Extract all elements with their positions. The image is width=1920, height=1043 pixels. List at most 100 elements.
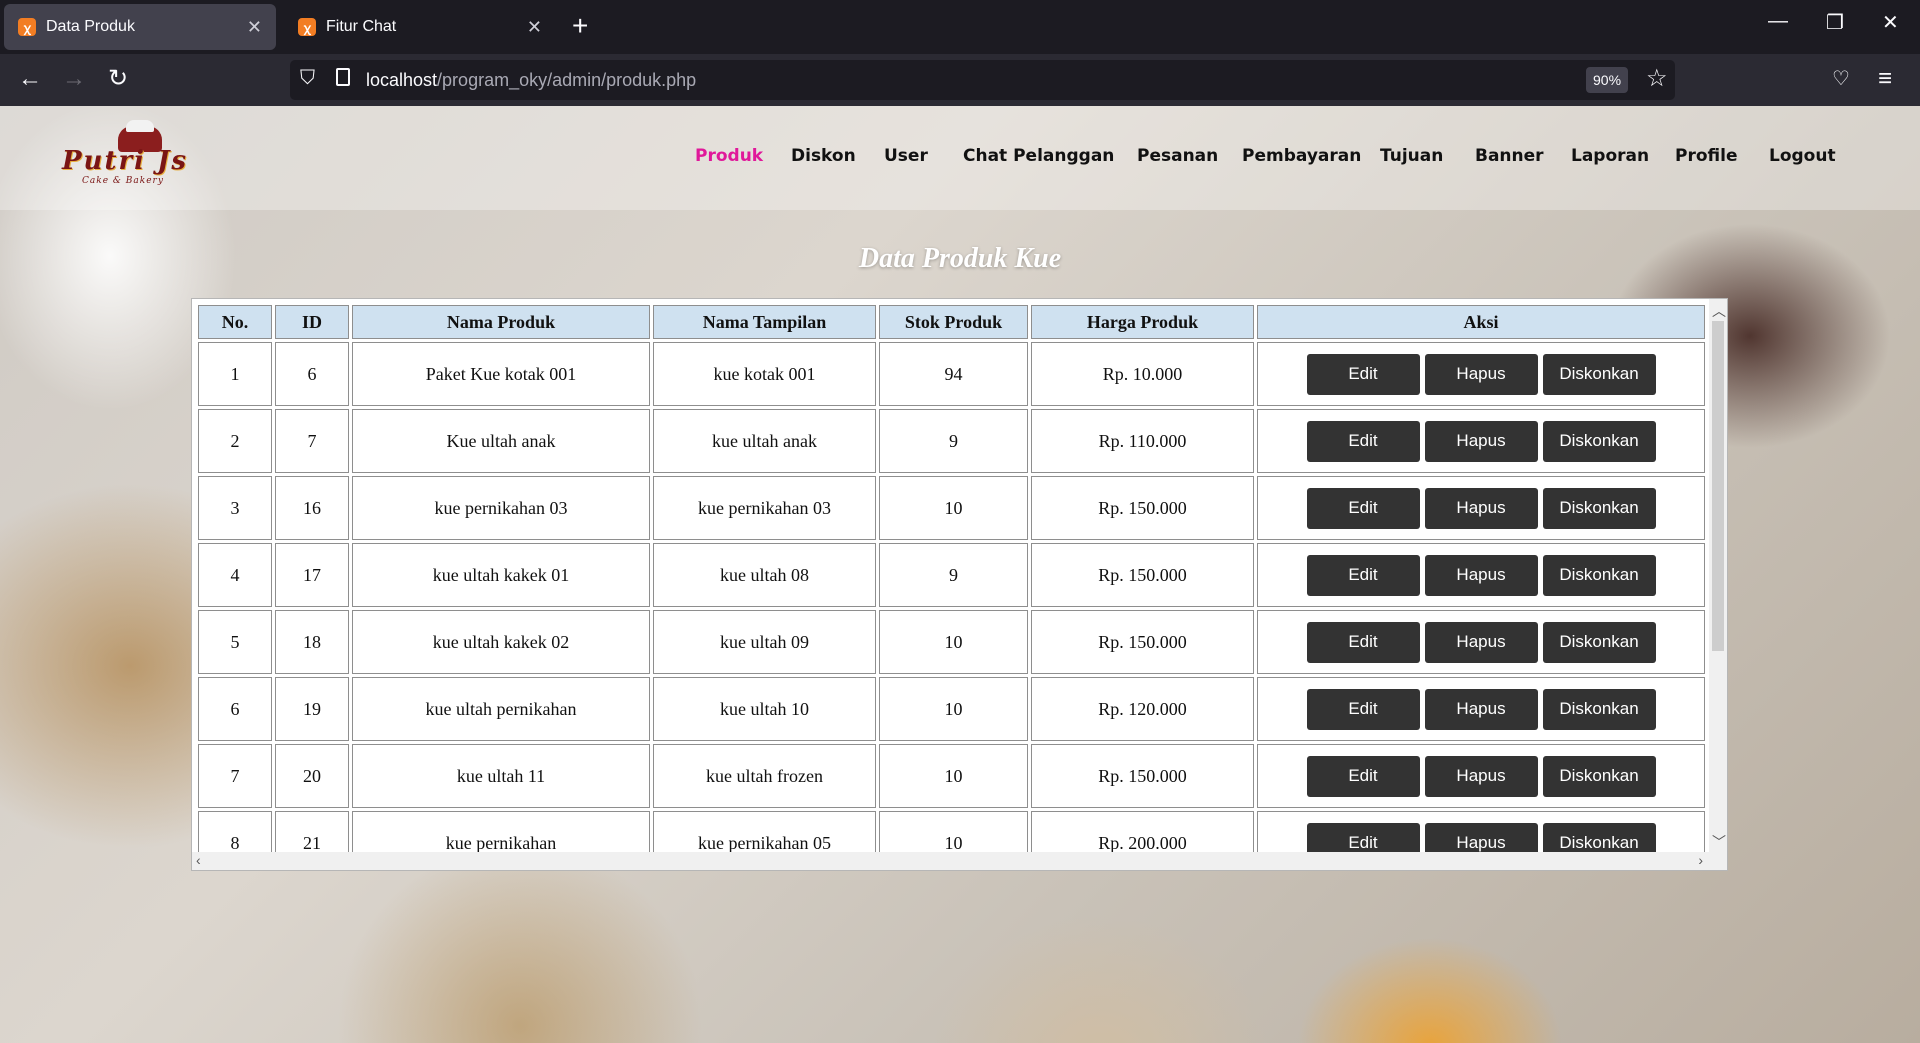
edit-button[interactable]: Edit [1306, 554, 1420, 596]
cell-stok: 10 [879, 610, 1028, 674]
close-window-icon[interactable]: ✕ [1882, 10, 1899, 35]
col-header-aksi: Aksi [1257, 305, 1705, 339]
chevron-up-icon[interactable]: ︿ [1712, 301, 1726, 321]
edit-button[interactable]: Edit [1306, 487, 1420, 529]
cell-nama-tampilan: kue ultah 09 [653, 610, 876, 674]
horizontal-scrollbar[interactable]: ‹ › [192, 852, 1727, 870]
table-row: 1 6 Paket Kue kotak 001 kue kotak 001 94 Rp. … [198, 342, 1705, 406]
minimize-icon[interactable]: — [1768, 10, 1788, 33]
restore-icon[interactable]: ❐ [1826, 10, 1844, 35]
forward-icon[interactable]: → [62, 64, 86, 94]
cell-nama-produk: Kue ultah anak [352, 409, 650, 473]
product-table: No. ID Nama Produk Nama Tampilan Stok Pr… [195, 302, 1708, 870]
row-actions: Edit Hapus Diskonkan [1258, 420, 1704, 462]
diskonkan-button[interactable]: Diskonkan [1542, 688, 1656, 730]
hapus-button[interactable]: Hapus [1424, 420, 1538, 462]
cell-harga: Rp. 10.000 [1031, 342, 1254, 406]
cell-nama-tampilan: kue pernikahan 03 [653, 476, 876, 540]
cell-nama-produk: kue ultah pernikahan [352, 677, 650, 741]
cell-no: 4 [198, 543, 272, 607]
cell-harga: Rp. 120.000 [1031, 677, 1254, 741]
edit-button[interactable]: Edit [1306, 755, 1420, 797]
bookmark-star-icon[interactable]: ☆ [1646, 64, 1668, 93]
cell-nama-produk: kue ultah kakek 01 [352, 543, 650, 607]
cell-stok: 10 [879, 744, 1028, 808]
menu-item-profile[interactable]: Profile [1675, 146, 1737, 166]
diskonkan-button[interactable]: Diskonkan [1542, 353, 1656, 395]
hapus-button[interactable]: Hapus [1424, 554, 1538, 596]
cell-no: 3 [198, 476, 272, 540]
menu-item-laporan[interactable]: Laporan [1571, 146, 1649, 166]
hapus-button[interactable]: Hapus [1424, 353, 1538, 395]
edit-button[interactable]: Edit [1306, 621, 1420, 663]
col-header-nama-produk: Nama Produk [352, 305, 650, 339]
logo[interactable]: Putri Js Cake & Bakery [48, 120, 214, 194]
edit-button[interactable]: Edit [1306, 688, 1420, 730]
row-actions: Edit Hapus Diskonkan [1258, 621, 1704, 663]
reload-icon[interactable]: ↻ [108, 64, 128, 94]
cell-id: 7 [275, 409, 349, 473]
col-header-stok: Stok Produk [879, 305, 1028, 339]
tab-data-produk[interactable]: ꭓ Data Produk ✕ [4, 4, 276, 50]
hapus-button[interactable]: Hapus [1424, 621, 1538, 663]
cell-harga: Rp. 150.000 [1031, 543, 1254, 607]
menu-item-user[interactable]: User [884, 146, 928, 166]
cell-nama-produk: kue ultah 11 [352, 744, 650, 808]
col-header-harga: Harga Produk [1031, 305, 1254, 339]
menu-item-produk[interactable]: Produk [695, 146, 763, 166]
cell-aksi: Edit Hapus Diskonkan [1257, 610, 1705, 674]
cell-no: 7 [198, 744, 272, 808]
close-icon[interactable]: ✕ [247, 17, 262, 38]
menu-item-pesanan[interactable]: Pesanan [1137, 146, 1218, 166]
hapus-button[interactable]: Hapus [1424, 755, 1538, 797]
cell-harga: Rp. 150.000 [1031, 744, 1254, 808]
product-table-panel[interactable]: No. ID Nama Produk Nama Tampilan Stok Pr… [191, 298, 1728, 871]
chevron-down-icon[interactable]: ﹀ [1712, 832, 1726, 852]
menu-item-logout[interactable]: Logout [1769, 146, 1836, 166]
cell-id: 16 [275, 476, 349, 540]
menu-item-diskon[interactable]: Diskon [791, 146, 856, 166]
row-actions: Edit Hapus Diskonkan [1258, 755, 1704, 797]
address-bar[interactable]: ⛉ localhost/program_oky/admin/produk.php… [290, 60, 1675, 100]
edit-button[interactable]: Edit [1306, 420, 1420, 462]
menu-item-tujuan[interactable]: Tujuan [1380, 146, 1443, 166]
site-header: Putri Js Cake & Bakery Produk Diskon Use… [0, 106, 1920, 210]
zoom-badge[interactable]: 90% [1586, 67, 1629, 93]
close-icon[interactable]: ✕ [527, 17, 542, 38]
diskonkan-button[interactable]: Diskonkan [1542, 755, 1656, 797]
cell-nama-produk: kue ultah kakek 02 [352, 610, 650, 674]
tab-label: Data Produk [46, 18, 135, 35]
menu-icon[interactable]: ≡ [1878, 64, 1892, 94]
table-row: 5 18 kue ultah kakek 02 kue ultah 09 10 Rp. 1… [198, 610, 1705, 674]
cell-stok: 10 [879, 476, 1028, 540]
vertical-scrollbar[interactable]: ︿ ﹀ [1709, 299, 1727, 854]
cell-aksi: Edit Hapus Diskonkan [1257, 543, 1705, 607]
diskonkan-button[interactable]: Diskonkan [1542, 554, 1656, 596]
cell-nama-produk: Paket Kue kotak 001 [352, 342, 650, 406]
cell-aksi: Edit Hapus Diskonkan [1257, 342, 1705, 406]
cell-id: 17 [275, 543, 349, 607]
back-icon[interactable]: ← [18, 64, 42, 94]
pocket-icon[interactable]: ♡ [1832, 64, 1850, 94]
scroll-thumb[interactable] [1712, 321, 1724, 651]
diskonkan-button[interactable]: Diskonkan [1542, 487, 1656, 529]
col-header-no: No. [198, 305, 272, 339]
menu-item-pembayaran[interactable]: Pembayaran [1242, 146, 1361, 166]
diskonkan-button[interactable]: Diskonkan [1542, 621, 1656, 663]
table-header-row: No. ID Nama Produk Nama Tampilan Stok Pr… [198, 305, 1705, 339]
row-actions: Edit Hapus Diskonkan [1258, 487, 1704, 529]
edit-button[interactable]: Edit [1306, 353, 1420, 395]
tab-fitur-chat[interactable]: ꭓ Fitur Chat ✕ [284, 4, 556, 50]
shield-icon[interactable]: ⛉ [300, 67, 315, 90]
cell-id: 19 [275, 677, 349, 741]
menu-item-chat-pelanggan[interactable]: Chat Pelanggan [963, 146, 1114, 166]
hapus-button[interactable]: Hapus [1424, 688, 1538, 730]
cell-stok: 9 [879, 543, 1028, 607]
chevron-right-icon[interactable]: › [1698, 852, 1703, 868]
chevron-left-icon[interactable]: ‹ [196, 852, 201, 868]
url-text[interactable]: localhost/program_oky/admin/produk.php [366, 70, 696, 91]
hapus-button[interactable]: Hapus [1424, 487, 1538, 529]
new-tab-icon[interactable]: + [572, 12, 588, 40]
menu-item-banner[interactable]: Banner [1475, 146, 1544, 166]
diskonkan-button[interactable]: Diskonkan [1542, 420, 1656, 462]
